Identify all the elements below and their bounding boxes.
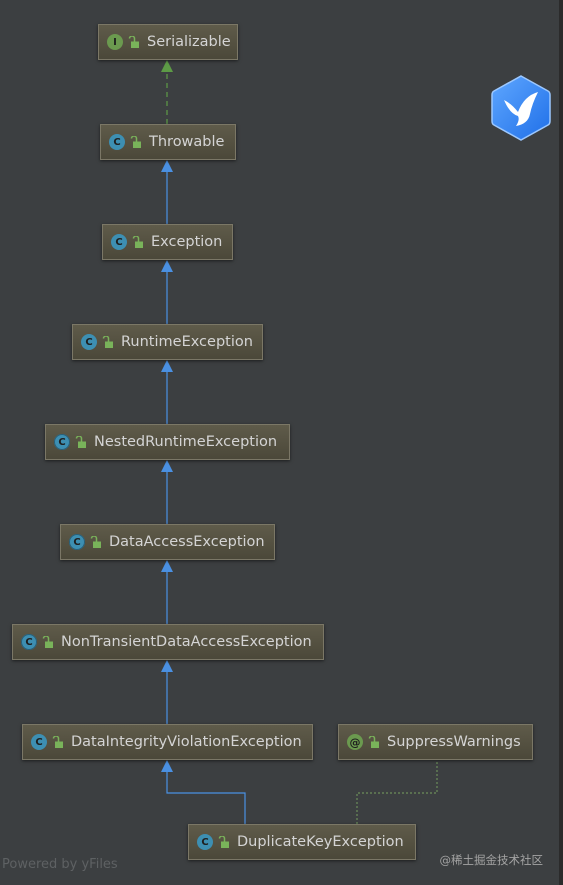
node-nested-runtime-exception[interactable]: C NestedRuntimeException <box>45 424 290 460</box>
watermark-text: @稀土掘金技术社区 <box>439 853 544 867</box>
node-duplicate-key-exception[interactable]: C DuplicateKeyException <box>188 824 416 860</box>
node-label: Throwable <box>149 134 225 150</box>
open-lock-icon <box>52 735 63 748</box>
node-runtime-exception[interactable]: C RuntimeException <box>72 324 263 360</box>
node-suppress-warnings[interactable]: @ SuppressWarnings <box>338 724 533 760</box>
node-label: DataIntegrityViolationException <box>71 734 302 750</box>
node-non-transient-data-access-exception[interactable]: C NonTransientDataAccessException <box>12 624 324 660</box>
node-exception[interactable]: C Exception <box>102 224 233 260</box>
open-lock-icon <box>130 135 141 148</box>
edge-duplicate-key-annotated-suppress-warnings <box>356 762 438 824</box>
bird-logo-icon <box>491 75 551 141</box>
edge-duplicate-key-extends-data-integrity <box>161 760 246 824</box>
open-lock-icon <box>218 835 229 848</box>
abstract-class-icon: C <box>54 434 70 450</box>
annotation-icon: @ <box>347 734 363 750</box>
node-label: NestedRuntimeException <box>94 434 278 450</box>
node-throwable[interactable]: C Throwable <box>100 124 236 160</box>
node-serializable[interactable]: I Serializable <box>98 24 238 60</box>
open-lock-icon <box>90 535 101 548</box>
powered-by-footer: Powered by yFiles <box>2 857 118 872</box>
class-icon: C <box>31 734 47 750</box>
abstract-class-icon: C <box>21 634 37 650</box>
class-icon: C <box>197 834 213 850</box>
open-lock-icon <box>102 335 113 348</box>
node-label: Exception <box>151 234 223 250</box>
node-label: NonTransientDataAccessException <box>61 634 312 650</box>
open-lock-icon <box>42 635 53 648</box>
class-icon: C <box>111 234 127 250</box>
class-icon: C <box>109 134 125 150</box>
node-data-integrity-violation-exception[interactable]: C DataIntegrityViolationException <box>22 724 313 760</box>
node-label: RuntimeException <box>121 334 253 350</box>
open-lock-icon <box>75 435 86 448</box>
node-data-access-exception[interactable]: C DataAccessException <box>60 524 275 560</box>
interface-icon: I <box>107 34 123 50</box>
node-label: Serializable <box>147 34 231 50</box>
open-lock-icon <box>368 735 379 748</box>
open-lock-icon <box>132 235 143 248</box>
class-icon: C <box>81 334 97 350</box>
node-label: DuplicateKeyException <box>237 834 404 850</box>
node-label: SuppressWarnings <box>387 734 521 750</box>
abstract-class-icon: C <box>69 534 85 550</box>
node-label: DataAccessException <box>109 534 265 550</box>
open-lock-icon <box>128 35 139 48</box>
